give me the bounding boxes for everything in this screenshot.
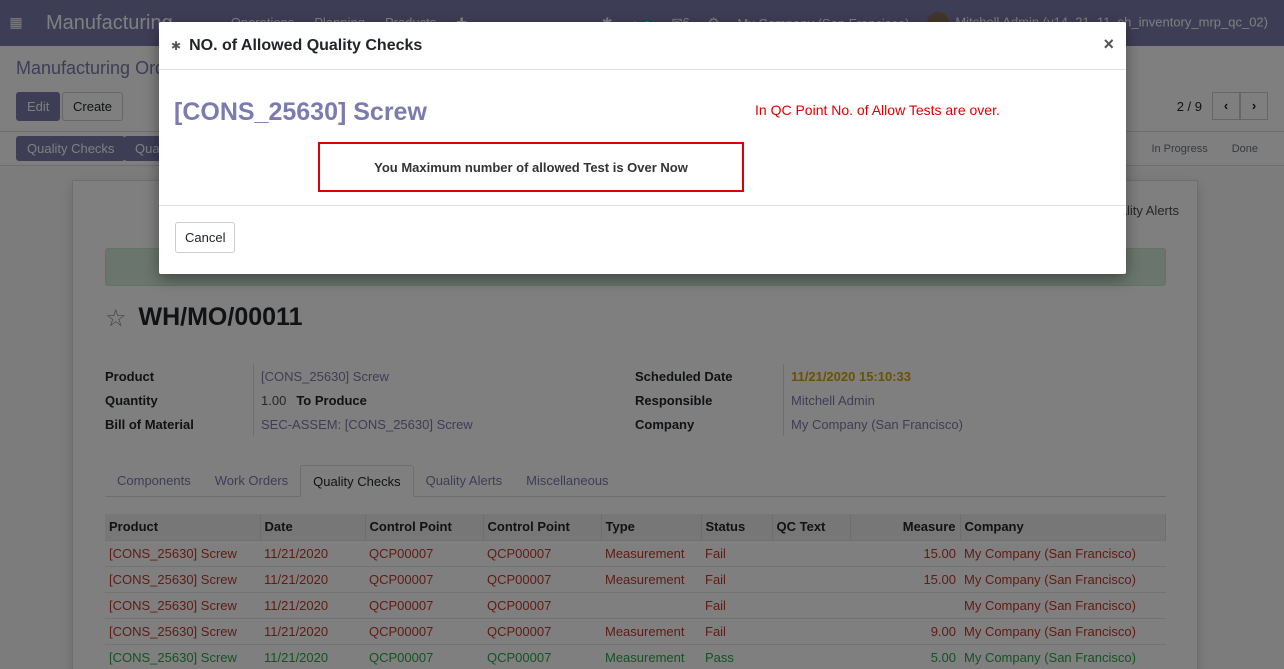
modal-header: ✱ NO. of Allowed Quality Checks × [159, 22, 1126, 70]
allowed-checks-dialog: ✱ NO. of Allowed Quality Checks × [CONS_… [159, 22, 1126, 274]
tests-over-message: In QC Point No. of Allow Tests are over. [755, 102, 1000, 118]
modal-title: NO. of Allowed Quality Checks [189, 36, 423, 54]
bug-icon: ✱ [171, 38, 182, 53]
max-tests-alert: You Maximum number of allowed Test is Ov… [318, 142, 744, 192]
modal-footer: Cancel [159, 206, 1126, 274]
modal-body: [CONS_25630] Screw In QC Point No. of Al… [159, 70, 1126, 206]
close-icon[interactable]: × [1103, 34, 1114, 55]
product-title: [CONS_25630] Screw [174, 98, 427, 126]
cancel-button[interactable]: Cancel [175, 222, 236, 253]
